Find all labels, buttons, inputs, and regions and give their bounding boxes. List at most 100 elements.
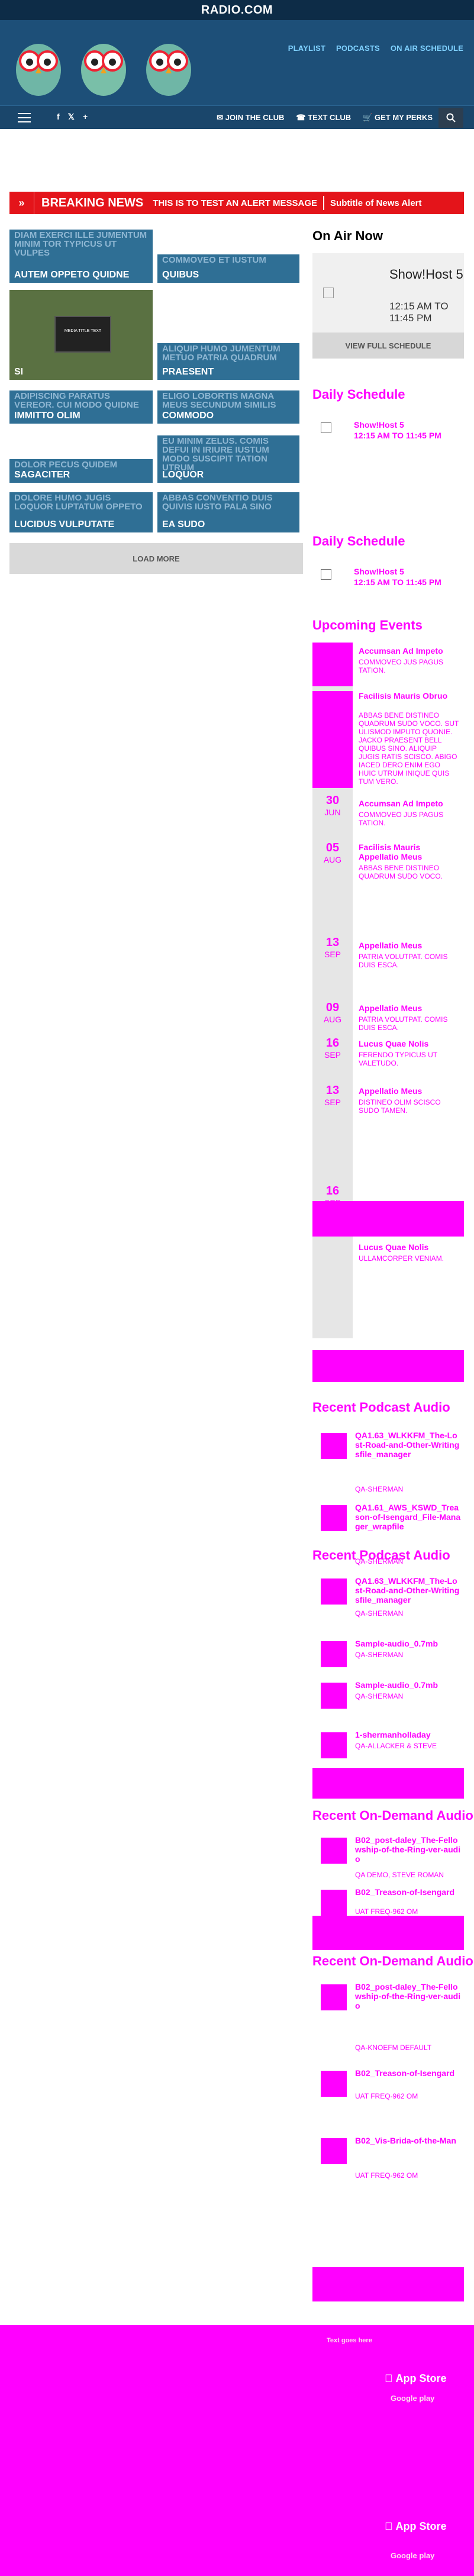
text-club-link[interactable]: ☎ TEXT CLUB — [296, 113, 351, 122]
site-logo[interactable]: RADIO.COM — [201, 4, 273, 17]
on-demand-author: UAT FREQ-962 OM — [355, 2092, 418, 2100]
footer-text: Text goes here — [327, 2337, 372, 2344]
article-tile[interactable]: DOLORE HUMO JUGIS LOQUOR LUPTATUM OPPETO… — [9, 492, 153, 532]
on-demand-thumbnail — [321, 2138, 347, 2164]
event-title[interactable]: Facilisis Mauris Obruo — [359, 691, 459, 701]
event-date: 09 AUG — [315, 1001, 350, 1024]
on-demand-title[interactable]: B02_Vis-Brida-of-the-Man — [355, 2136, 462, 2145]
social-links: f 𝕏 + — [57, 112, 88, 122]
article-tile[interactable]: ADIPISCING PARATUS VEREOR. CUI MODO QUID… — [9, 390, 153, 424]
nav-playlist[interactable]: PLAYLIST — [288, 44, 325, 53]
on-demand-title[interactable]: B02_Treason-of-Isengard — [355, 1887, 462, 1897]
on-demand-title[interactable]: B02_post-daley_The-Fellowship-of-the-Rin… — [355, 1982, 462, 2010]
event-title[interactable]: Appellatio Meus — [359, 1086, 459, 1096]
twitter-icon[interactable]: 𝕏 — [68, 112, 75, 122]
breaking-news-subtitle: Subtitle of News Alert — [330, 198, 422, 208]
on-demand-item[interactable]: B02_Vis-Brida-of-the-Man UAT FREQ-962 OM — [312, 2136, 464, 2183]
article-tile[interactable]: DOLOR PECUS QUIDEM SAGACITER — [9, 459, 153, 483]
hamburger-menu-icon[interactable] — [18, 113, 31, 125]
on-demand-thumbnail — [321, 1890, 347, 1916]
nav-on-air-schedule[interactable]: ON AIR SCHEDULE — [391, 44, 463, 53]
article-tile[interactable]: ABBAS CONVENTIO DUIS QUIVIS IUSTO PALA S… — [157, 492, 299, 532]
podcast-thumbnail — [321, 1578, 347, 1605]
on-demand-title[interactable]: B02_Treason-of-Isengard — [355, 2068, 462, 2078]
podcast-item[interactable]: QA1.63_WLKKFM_The-Lost-Road-and-Other-Wr… — [312, 1431, 464, 1496]
get-perks-link[interactable]: 🛒 GET MY PERKS — [363, 113, 433, 122]
app-store-badge[interactable]:  App Store — [385, 2372, 447, 2385]
article-tile[interactable]: EU MINIM ZELUS. COMIS DEFUI IN IRIURE IU… — [157, 435, 299, 483]
podcast-thumbnail — [321, 1732, 347, 1758]
article-tile-title: PRAESENT — [162, 367, 214, 377]
podcast-item[interactable]: Sample-audio_0.7mb QA-SHERMAN — [312, 1680, 464, 1722]
podcast-author: QA-SHERMAN — [355, 1609, 404, 1618]
upcoming-events-heading: Upcoming Events — [312, 618, 423, 632]
google-play-badge[interactable]: Google play — [391, 2394, 434, 2403]
on-demand-title[interactable]: B02_post-daley_The-Fellowship-of-the-Rin… — [355, 1835, 462, 1864]
on-air-show-name: Show!Host 5 — [389, 267, 463, 282]
podcast-item[interactable]: QA1.63_WLKKFM_The-Lost-Road-and-Other-Wr… — [312, 1576, 464, 1618]
station-header: PLAYLIST PODCASTS ON AIR SCHEDULE — [0, 20, 474, 106]
event-title[interactable]: Appellatio Meus — [359, 941, 459, 950]
article-tile-top: ABBAS CONVENTIO DUIS QUIVIS IUSTO PALA S… — [162, 493, 273, 512]
schedule-item[interactable]: Show!Host 5 12:15 AM TO 11:45 PM — [312, 559, 464, 596]
on-demand-thumbnail — [321, 2071, 347, 2097]
podcast-thumbnail — [321, 1683, 347, 1709]
event-description: DISTINEO OLIM SCISCO SUDO TAMEN. — [359, 1098, 441, 1115]
article-tile-top: ALIQUIP HUMO JUMENTUM METUO PATRIA QUADR… — [162, 344, 280, 363]
podcast-title[interactable]: QA1.61_AWS_KSWD_Treason-of-Isengard_File… — [355, 1503, 462, 1531]
daily-schedule-heading: Daily Schedule — [312, 387, 405, 402]
article-tile[interactable]: COMMOVEO ET IUSTUM QUIBUS — [157, 254, 299, 283]
event-title[interactable]: Lucus Quae Nolis — [359, 1242, 459, 1252]
plus-icon[interactable]: + — [83, 112, 88, 122]
podcast-title[interactable]: QA1.63_WLKKFM_The-Lost-Road-and-Other-Wr… — [355, 1576, 462, 1605]
recent-on-demand-heading: Recent On-Demand Audio — [312, 1954, 473, 1968]
schedule-item[interactable]: Show!Host 5 12:15 AM TO 11:45 PM — [312, 412, 464, 450]
article-tile-top: DOLOR PECUS QUIDEM — [14, 460, 118, 470]
owl-mascots-image — [12, 28, 201, 98]
app-store-badge[interactable]:  App Store — [385, 2520, 447, 2533]
article-tile[interactable]: ALIQUIP HUMO JUMENTUM METUO PATRIA QUADR… — [157, 343, 299, 380]
join-club-link[interactable]: ✉ JOIN THE CLUB — [217, 113, 284, 122]
on-demand-highlight-block — [312, 2267, 464, 2301]
article-tile-title: AUTEM OPPETO QUIDNE — [14, 270, 130, 280]
podcast-title[interactable]: QA1.63_WLKKFM_The-Lost-Road-and-Other-Wr… — [355, 1431, 462, 1459]
on-air-card[interactable]: Show!Host 5 12:15 AM TO 11:45 PM — [312, 253, 464, 333]
recent-podcast-heading: Recent Podcast Audio — [312, 1548, 450, 1563]
recent-on-demand-heading: Recent On-Demand Audio — [312, 1808, 473, 1823]
event-day: 16 — [325, 1184, 340, 1197]
article-tile[interactable]: ELIGO LOBORTIS MAGNA MEUS SECUNDUM SIMIL… — [157, 390, 299, 424]
event-title[interactable]: Appellatio Meus — [359, 1003, 459, 1013]
podcast-item[interactable]: 1-shermanholladay QA-ALLACKER & STEVE — [312, 1730, 464, 1765]
event-date-block — [312, 643, 353, 686]
event-title[interactable]: Accumsan Ad Impeto — [359, 799, 459, 808]
breaking-news-bar[interactable]: » BREAKING NEWS THIS IS TO TEST AN ALERT… — [9, 192, 464, 214]
podcast-title[interactable]: Sample-audio_0.7mb — [355, 1680, 462, 1690]
search-button[interactable] — [438, 108, 463, 128]
event-title[interactable]: Facilisis Mauris Appellatio Meus — [359, 842, 459, 861]
event-title[interactable]: Accumsan Ad Impeto — [359, 646, 459, 656]
on-demand-item[interactable]: B02_post-daley_The-Fellowship-of-the-Rin… — [312, 1835, 464, 1883]
event-title[interactable]: Lucus Quae Nolis — [359, 1039, 459, 1048]
on-demand-item[interactable]: B02_post-daley_The-Fellowship-of-the-Rin… — [312, 1982, 464, 2065]
load-more-button[interactable]: LOAD MORE — [9, 543, 303, 574]
article-tile-title: SI — [14, 367, 24, 377]
podcast-thumbnail — [321, 1641, 347, 1667]
podcast-title[interactable]: Sample-audio_0.7mb — [355, 1639, 462, 1648]
show-image-icon — [321, 422, 331, 433]
article-tile-title: QUIBUS — [162, 270, 199, 280]
podcast-title[interactable]: 1-shermanholladay — [355, 1730, 462, 1739]
on-demand-item[interactable]: B02_Treason-of-Isengard UAT FREQ-962 OM — [312, 1887, 464, 1917]
podcast-author: QA-SHERMAN — [355, 1485, 404, 1493]
article-tile[interactable]: DIAM EXERCI ILLE JUMENTUM MINIM TOR TYPI… — [9, 230, 153, 283]
nav-podcasts[interactable]: PODCASTS — [336, 44, 380, 53]
podcast-item[interactable]: Sample-audio_0.7mb QA-SHERMAN — [312, 1639, 464, 1674]
google-play-badge[interactable]: Google play — [391, 2551, 434, 2560]
article-tile-top: EU MINIM ZELUS. COMIS DEFUI IN IRIURE IU… — [162, 436, 269, 473]
facebook-icon[interactable]: f — [57, 112, 60, 122]
on-demand-item[interactable]: B02_Treason-of-Isengard UAT FREQ-962 OM — [312, 2068, 464, 2104]
view-full-schedule-button[interactable]: VIEW FULL SCHEDULE — [312, 333, 464, 359]
podcast-thumbnail — [321, 1505, 347, 1531]
schedule-show-time: 12:15 AM TO 11:45 PM — [354, 577, 441, 587]
article-tile-top: ELIGO LOBORTIS MAGNA MEUS SECUNDUM SIMIL… — [162, 391, 276, 410]
article-tile[interactable]: MEDIA TITLE TEXT SI — [9, 290, 153, 380]
